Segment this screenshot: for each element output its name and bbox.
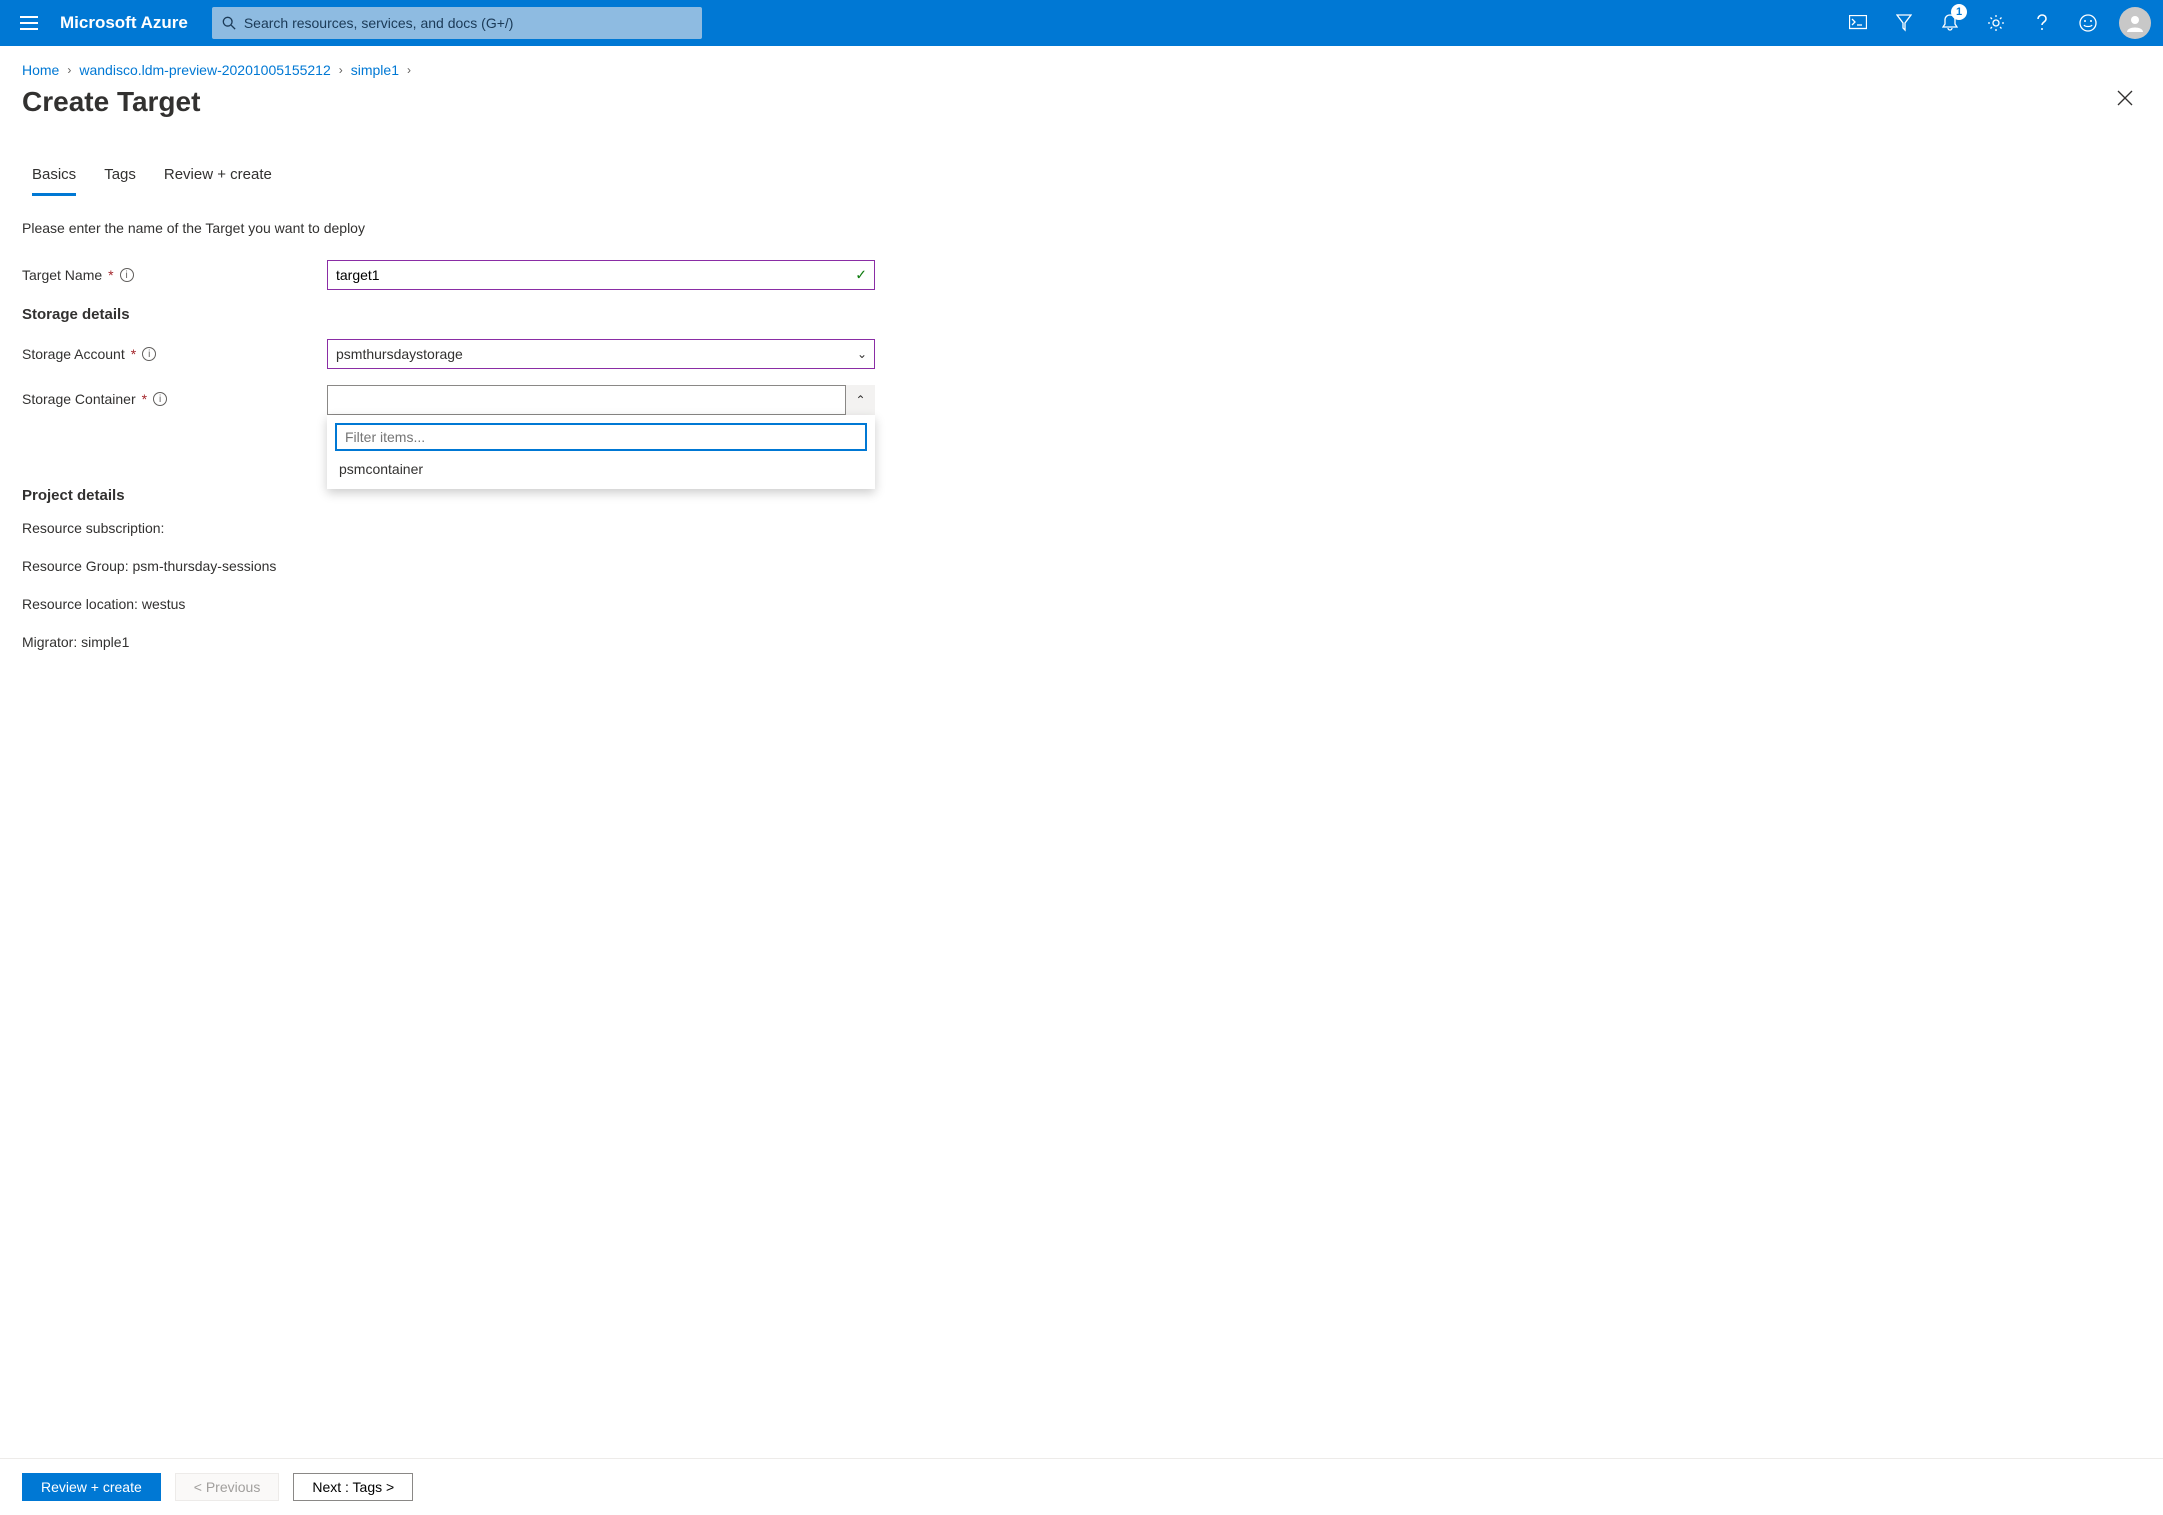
- project-section-heading: Project details: [22, 487, 2141, 504]
- close-button[interactable]: [2109, 86, 2141, 110]
- tab-tags[interactable]: Tags: [104, 166, 136, 196]
- storage-account-value: psmthursdaystorage: [336, 346, 463, 362]
- resource-location-line: Resource location: westus: [22, 596, 2141, 612]
- help-icon: [2037, 14, 2047, 32]
- migrator-line: Migrator: simple1: [22, 634, 2141, 650]
- page-title: Create Target: [22, 86, 200, 118]
- previous-button: < Previous: [175, 1473, 280, 1501]
- cloud-shell-button[interactable]: [1835, 0, 1881, 46]
- notifications-button[interactable]: 1: [1927, 0, 1973, 46]
- tab-review-create[interactable]: Review + create: [164, 166, 272, 196]
- close-icon: [2117, 90, 2133, 106]
- chevron-up-icon: ⌃: [855, 393, 865, 407]
- storage-container-select[interactable]: [327, 385, 875, 415]
- info-icon[interactable]: i: [120, 268, 134, 282]
- dropdown-option[interactable]: psmcontainer: [335, 451, 867, 481]
- dropdown-filter-input[interactable]: [335, 423, 867, 451]
- settings-button[interactable]: [1973, 0, 2019, 46]
- row-target-name: Target Name * i ✓: [22, 260, 2141, 290]
- target-name-input[interactable]: [327, 260, 875, 290]
- chevron-up-button[interactable]: ⌃: [845, 385, 875, 415]
- top-bar-icons: 1: [1835, 0, 2155, 46]
- info-icon[interactable]: i: [142, 347, 156, 361]
- info-icon[interactable]: i: [153, 392, 167, 406]
- chevron-right-icon: ›: [407, 63, 411, 77]
- person-icon: [2124, 12, 2146, 34]
- next-button[interactable]: Next : Tags >: [293, 1473, 413, 1501]
- chevron-right-icon: ›: [339, 63, 343, 77]
- notification-badge: 1: [1951, 4, 1967, 20]
- target-name-label: Target Name: [22, 267, 102, 283]
- hamburger-icon: [20, 16, 38, 30]
- cloud-shell-icon: [1849, 15, 1867, 31]
- search-input[interactable]: [244, 15, 692, 31]
- resource-subscription-line: Resource subscription:: [22, 520, 2141, 536]
- form-body: Please enter the name of the Target you …: [0, 196, 2163, 650]
- search-icon: [222, 16, 236, 30]
- gear-icon: [1987, 14, 2005, 32]
- help-button[interactable]: [2019, 0, 2065, 46]
- menu-toggle-button[interactable]: [8, 0, 50, 46]
- review-create-button[interactable]: Review + create: [22, 1473, 161, 1501]
- required-marker: *: [108, 267, 113, 283]
- breadcrumb-home[interactable]: Home: [22, 62, 59, 78]
- smiley-icon: [2079, 14, 2097, 32]
- brand-label[interactable]: Microsoft Azure: [60, 13, 188, 33]
- row-storage-container: Storage Container * i ⌃ psmcontainer: [22, 385, 2141, 415]
- breadcrumb-item-1[interactable]: wandisco.ldm-preview-20201005155212: [79, 62, 330, 78]
- breadcrumb-item-2[interactable]: simple1: [351, 62, 399, 78]
- filter-icon: [1896, 14, 1912, 32]
- storage-container-label: Storage Container: [22, 391, 136, 407]
- footer-bar: Review + create < Previous Next : Tags >: [0, 1458, 2163, 1515]
- intro-text: Please enter the name of the Target you …: [22, 220, 2141, 236]
- storage-container-dropdown: psmcontainer: [327, 415, 875, 489]
- feedback-button[interactable]: [2065, 0, 2111, 46]
- storage-section-heading: Storage details: [22, 306, 2141, 323]
- row-storage-account: Storage Account * i psmthursdaystorage ⌄: [22, 339, 2141, 369]
- required-marker: *: [142, 391, 147, 407]
- storage-account-label: Storage Account: [22, 346, 125, 362]
- breadcrumb: Home › wandisco.ldm-preview-202010051552…: [0, 46, 2163, 86]
- global-search[interactable]: [212, 7, 702, 39]
- page-header: Create Target: [0, 86, 2163, 142]
- tab-basics[interactable]: Basics: [32, 166, 76, 196]
- account-avatar[interactable]: [2119, 7, 2151, 39]
- chevron-right-icon: ›: [67, 63, 71, 77]
- tab-bar: Basics Tags Review + create: [0, 142, 2163, 196]
- resource-group-line: Resource Group: psm-thursday-sessions: [22, 558, 2141, 574]
- directory-filter-button[interactable]: [1881, 0, 1927, 46]
- check-icon: ✓: [855, 267, 867, 284]
- required-marker: *: [131, 346, 136, 362]
- storage-account-select[interactable]: psmthursdaystorage: [327, 339, 875, 369]
- top-bar: Microsoft Azure 1: [0, 0, 2163, 46]
